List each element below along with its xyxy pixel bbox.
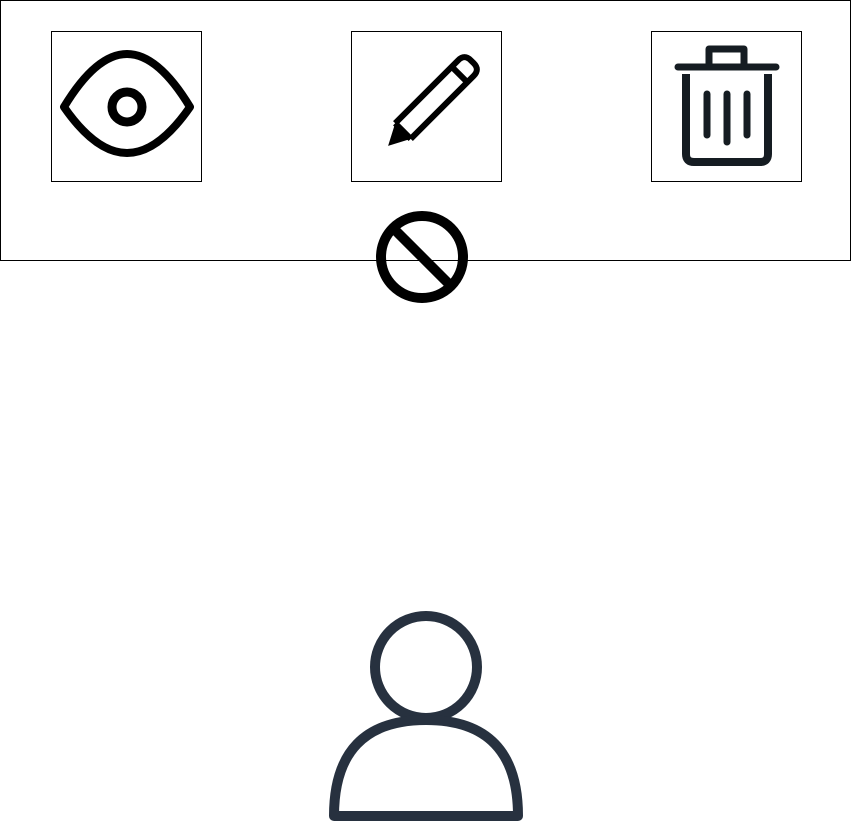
trash-icon — [674, 45, 780, 166]
pencil-icon — [388, 54, 480, 146]
delete-permission-box — [651, 31, 802, 182]
prohibited-icon — [376, 211, 468, 303]
eye-icon — [60, 50, 194, 157]
user-icon — [329, 611, 523, 821]
view-permission-box — [51, 31, 202, 182]
edit-permission-box — [351, 31, 502, 182]
